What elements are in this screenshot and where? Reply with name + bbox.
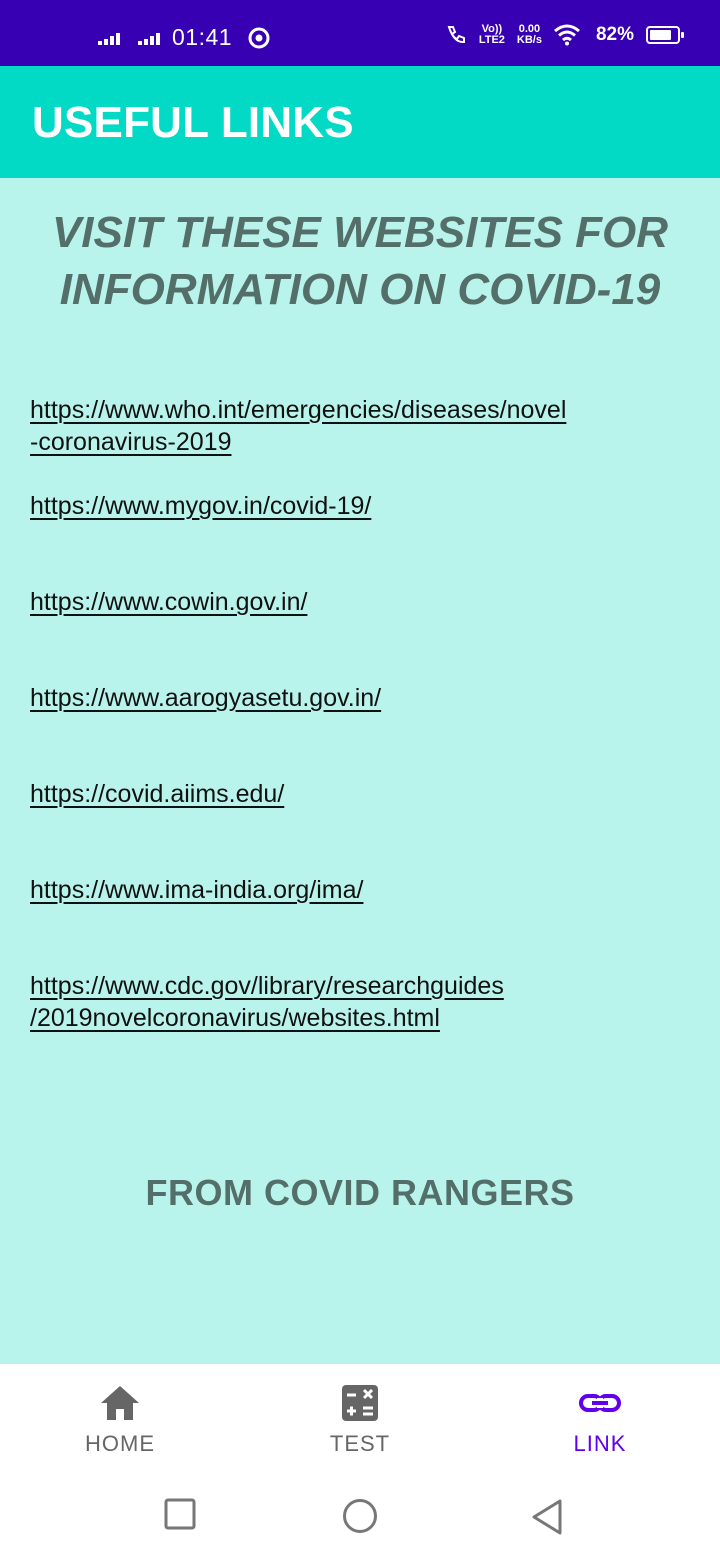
section-heading: VISIT THESE WEBSITES FOR INFORMATION ON … (0, 204, 720, 318)
volte-indicator: Vo)) LTE2 (478, 23, 505, 46)
wifi-calling-icon (447, 26, 465, 44)
nav-link[interactable]: LINK (520, 1384, 680, 1457)
system-navigation (0, 1476, 720, 1560)
link-cdc[interactable]: https://www.cdc.gov/library/researchguid… (30, 970, 690, 1034)
nav-test[interactable]: TEST (280, 1384, 440, 1457)
signal-1-icon (98, 31, 120, 45)
signal-2-icon (138, 31, 160, 45)
network-speed: 0.00 KB/s (516, 23, 542, 46)
page-title: USEFUL LINKS (32, 98, 354, 147)
link-ima[interactable]: https://www.ima-india.org/ima/ (30, 874, 690, 906)
calculator-icon (342, 1385, 378, 1421)
nav-home[interactable]: HOME (40, 1384, 200, 1457)
nav-link-label: LINK (573, 1431, 627, 1456)
status-bar: 01:41 Vo)) LTE2 0.00 KB/s 82% (0, 0, 720, 66)
link-aarogyasetu[interactable]: https://www.aarogyasetu.gov.in/ (30, 682, 690, 714)
status-right: Vo)) LTE2 0.00 KB/s 82% (445, 23, 684, 46)
link-aiims[interactable]: https://covid.aiims.edu/ (30, 778, 690, 810)
recent-apps-button[interactable] (164, 1498, 196, 1530)
nav-home-label: HOME (85, 1431, 155, 1456)
battery-percent: 82% (595, 24, 634, 45)
status-time: 01:41 (172, 24, 233, 50)
link-mygov[interactable]: https://www.mygov.in/covid-19/ (30, 490, 690, 522)
status-left: 01:41 (98, 24, 270, 51)
heading-line-2: INFORMATION ON COVID-19 (59, 265, 661, 314)
link-who[interactable]: https://www.who.int/emergencies/diseases… (30, 394, 690, 458)
home-icon (101, 1386, 139, 1420)
home-button[interactable] (342, 1498, 378, 1534)
link-icon (579, 1394, 621, 1412)
bottom-navigation: HOME TEST LINK (0, 1364, 720, 1476)
heading-line-1: VISIT THESE WEBSITES FOR (51, 208, 669, 257)
battery-level (650, 30, 672, 40)
messenger-icon (248, 27, 270, 48)
wifi-icon (554, 24, 580, 46)
back-button[interactable] (530, 1498, 564, 1536)
link-cowin[interactable]: https://www.cowin.gov.in/ (30, 586, 690, 618)
footer-note: FROM COVID RANGERS (145, 1172, 575, 1213)
app-bar: USEFUL LINKS (0, 66, 720, 178)
battery-icon (646, 26, 684, 44)
nav-test-label: TEST (329, 1431, 391, 1456)
